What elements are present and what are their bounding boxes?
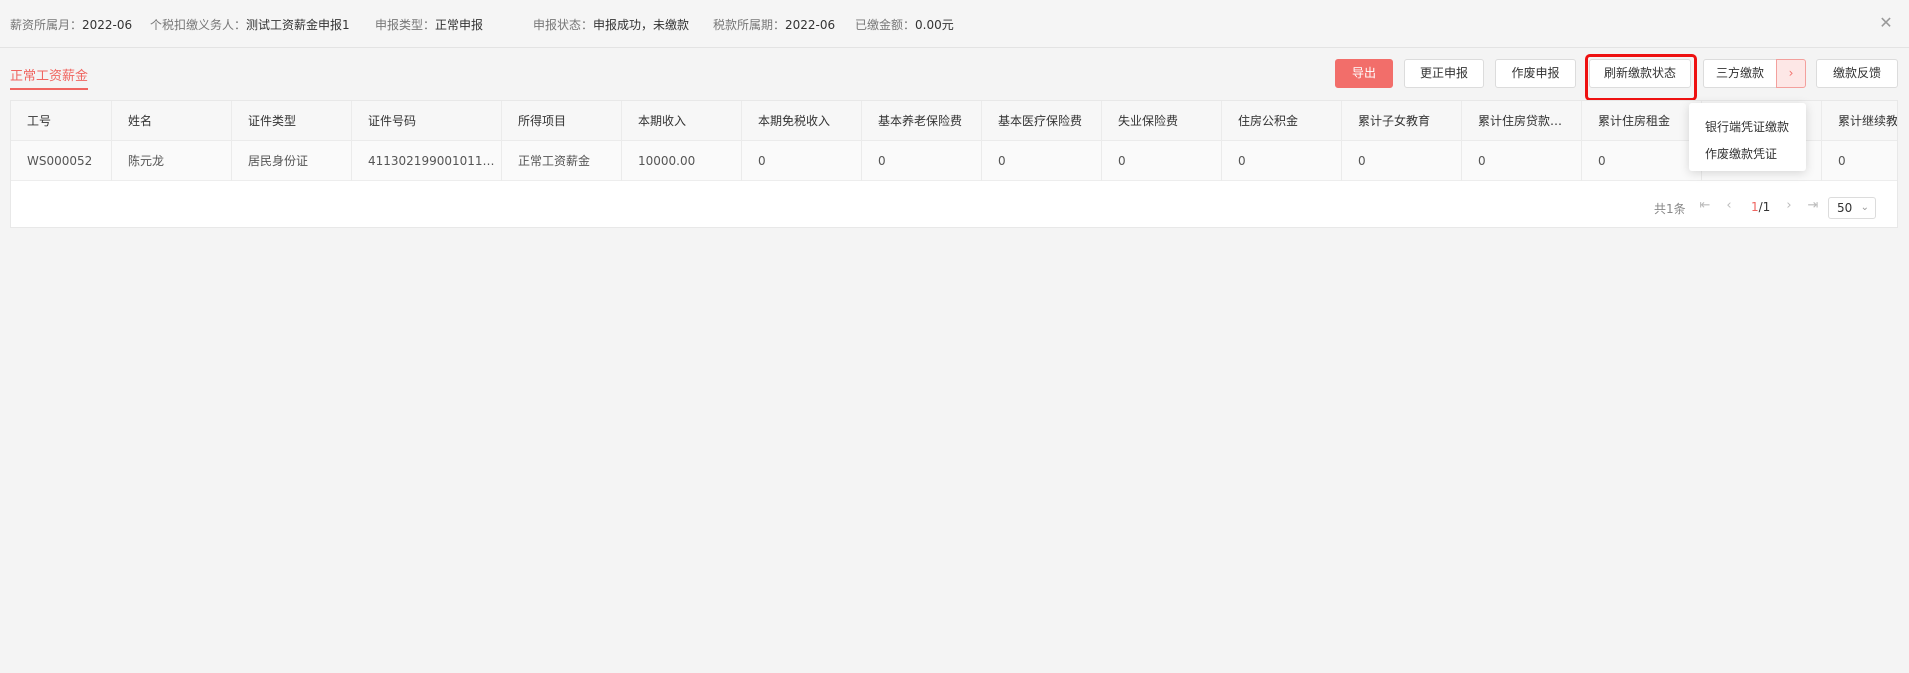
cell-housing-loan: 0	[1462, 141, 1582, 181]
page-size-select[interactable]: 50 ⌄	[1828, 197, 1876, 219]
cell-employee-id: WS000052	[11, 141, 112, 181]
cell-pension: 0	[862, 141, 982, 181]
column-header: 证件号码	[352, 101, 502, 141]
last-page-icon[interactable]: ⇥	[1806, 199, 1820, 213]
column-header: 住房公积金	[1222, 101, 1342, 141]
column-header: 工号	[11, 101, 112, 141]
column-header: 本期免税收入	[742, 101, 862, 141]
column-header: 本期收入	[622, 101, 742, 141]
column-header: 姓名	[112, 101, 232, 141]
column-header: 累计住房贷款…	[1462, 101, 1582, 141]
withholding-agent: 个税扣缴义务人：测试工资薪金申报1	[150, 18, 350, 32]
cell-housing-fund: 0	[1222, 141, 1342, 181]
tab-normal-salary[interactable]: 正常工资薪金	[10, 65, 89, 90]
menu-item-bank-voucher-payment[interactable]: 银行端凭证缴款	[1705, 118, 1789, 135]
column-header: 基本养老保险费	[862, 101, 982, 141]
column-header: 证件类型	[232, 101, 352, 141]
third-party-payment-button[interactable]: 三方缴款	[1703, 59, 1777, 88]
next-page-icon[interactable]: ›	[1782, 199, 1796, 213]
third-party-payment-dropdown: 银行端凭证缴款 作废缴款凭证	[1689, 103, 1806, 171]
cell-income-item: 正常工资薪金	[502, 141, 622, 181]
cell-child-education: 0	[1342, 141, 1462, 181]
column-header: 累计继续教育	[1822, 101, 1897, 141]
void-declare-button[interactable]: 作废申报	[1495, 59, 1576, 88]
chevron-down-icon: ⌄	[1860, 202, 1869, 213]
correct-declare-button[interactable]: 更正申报	[1404, 59, 1484, 88]
cell-id-type: 居民身份证	[232, 141, 352, 181]
pagination-total: 共1条	[1654, 202, 1686, 216]
column-header: 累计子女教育	[1342, 101, 1462, 141]
column-header: 基本医疗保险费	[982, 101, 1102, 141]
cell-medical: 0	[982, 141, 1102, 181]
prev-page-icon[interactable]: ‹	[1722, 199, 1736, 213]
column-header: 累计住房租金	[1582, 101, 1702, 141]
close-icon[interactable]: ✕	[1877, 14, 1895, 32]
paid-amount: 已缴金额：0.00元	[855, 18, 954, 32]
column-header: 失业保险费	[1102, 101, 1222, 141]
tax-period: 税款所属期：2022-06	[713, 18, 836, 32]
cell-unemployment: 0	[1102, 141, 1222, 181]
table-header: 工号 姓名 证件类型 证件号码 所得项目 本期收入 本期免税收入 基本养老保险费…	[11, 101, 1897, 141]
salary-month: 薪资所属月：2022-06	[10, 18, 133, 32]
export-button[interactable]: 导出	[1335, 59, 1393, 88]
declare-status: 申报状态：申报成功，未缴款	[533, 18, 690, 32]
cell-id-number: 411302199001011199	[352, 141, 502, 181]
column-header: 所得项目	[502, 101, 622, 141]
summary-bar: 薪资所属月：2022-06 个税扣缴义务人：测试工资薪金申报1 申报类型：正常申…	[0, 0, 1909, 48]
table-row[interactable]: WS000052 陈元龙 居民身份证 411302199001011199 正常…	[11, 141, 1897, 181]
cell-income: 10000.00	[622, 141, 742, 181]
cell-tax-free-income: 0	[742, 141, 862, 181]
payment-feedback-button[interactable]: 缴款反馈	[1816, 59, 1898, 88]
menu-item-void-payment-voucher[interactable]: 作废缴款凭证	[1705, 145, 1777, 162]
first-page-icon[interactable]: ⇤	[1698, 199, 1712, 213]
salary-table: 工号 姓名 证件类型 证件号码 所得项目 本期收入 本期免税收入 基本养老保险费…	[10, 100, 1898, 228]
cell-name: 陈元龙	[112, 141, 232, 181]
cell-continuing-education: 0	[1822, 141, 1897, 181]
refresh-payment-status-button[interactable]: 刷新缴款状态	[1589, 59, 1691, 88]
cell-housing-rent: 0	[1582, 141, 1702, 181]
chevron-right-icon[interactable]: ›	[1776, 59, 1806, 88]
page-indicator: 1/1	[1751, 200, 1771, 214]
declare-type: 申报类型：正常申报	[375, 18, 484, 32]
